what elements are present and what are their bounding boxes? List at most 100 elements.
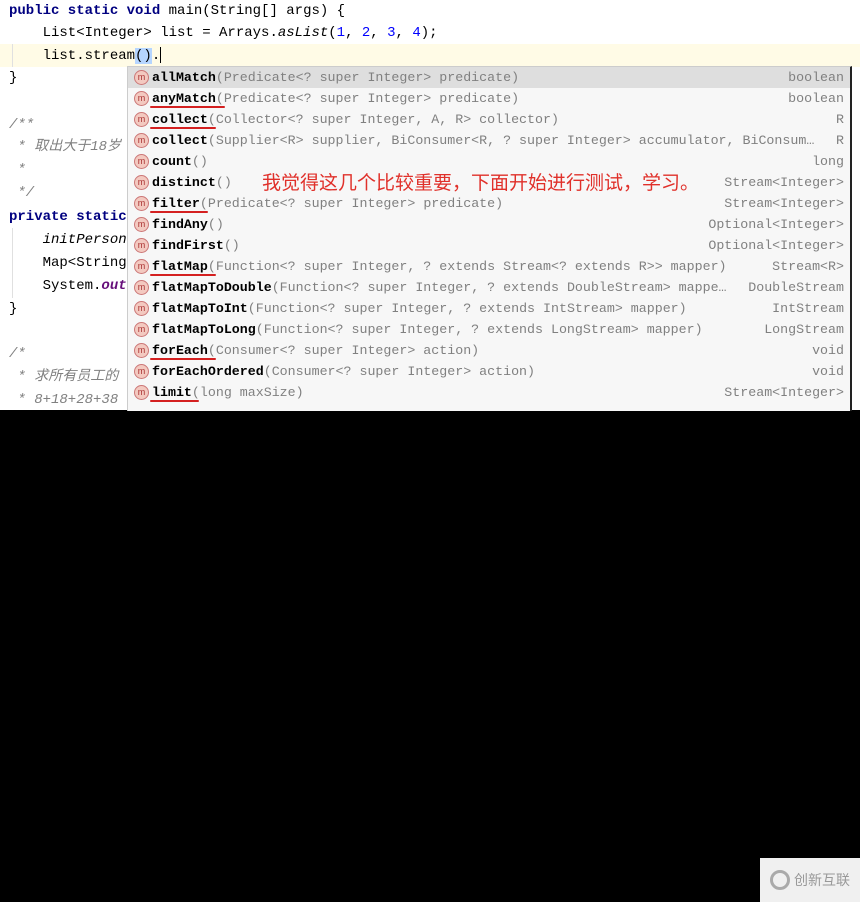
completion-item-findFirst[interactable]: m findFirst() Optional<Integer> bbox=[128, 235, 850, 256]
completion-item-flatMapToInt[interactable]: m flatMapToInt(Function<? super Integer, … bbox=[128, 298, 850, 319]
method-signature: () bbox=[223, 238, 240, 253]
keyword: public static void bbox=[9, 3, 169, 19]
method-name: allMatch(Predicate<? super Integer> pred… bbox=[152, 67, 519, 88]
completion-item-flatMapToLong[interactable]: m flatMapToLong(Function<? super Integer,… bbox=[128, 319, 850, 340]
code-text: ); bbox=[420, 25, 438, 41]
method-signature: (Function<? super Integer, ? extends Str… bbox=[207, 259, 727, 274]
method-signature: (Function<? super Integer, ? extends Lon… bbox=[255, 322, 703, 337]
method-icon: m bbox=[134, 91, 149, 106]
method-name: flatMap(Function<? super Integer, ? exte… bbox=[152, 256, 727, 277]
method-name-text: flatMapToInt bbox=[152, 301, 248, 316]
number: 1 bbox=[336, 25, 346, 41]
completion-item-anyMatch[interactable]: m anyMatch(Predicate<? super Integer> pre… bbox=[128, 88, 850, 109]
code-line: } bbox=[9, 70, 18, 86]
completion-item-forEachOrdered[interactable]: m forEachOrdered(Consumer<? super Integer… bbox=[128, 361, 850, 382]
method-name: flatMapToInt(Function<? super Integer, ?… bbox=[152, 298, 687, 319]
annotation-text: 我觉得这几个比较重要，下面开始进行测试，学习。 bbox=[262, 172, 700, 194]
red-underline-mark bbox=[150, 106, 225, 108]
return-type: void bbox=[812, 364, 844, 379]
method-signature: () bbox=[215, 175, 232, 190]
code-line[interactable]: list.stream(). bbox=[9, 45, 162, 67]
return-type: boolean bbox=[788, 91, 844, 106]
completion-item-allMatch[interactable]: m allMatch(Predicate<? super Integer> pre… bbox=[128, 67, 850, 88]
method-name: distinct() bbox=[152, 172, 232, 193]
method-signature: (Function<? super Integer, ? extends Dou… bbox=[271, 280, 727, 295]
method-signature: (Predicate<? super Integer> predicate) bbox=[199, 196, 504, 211]
return-type: Optional<Integer> bbox=[708, 238, 844, 253]
static-field: out bbox=[101, 278, 127, 294]
method-signature: (Consumer<? super Integer> action) bbox=[263, 364, 536, 379]
code-line: private static bbox=[9, 209, 127, 225]
method-name-text: collect bbox=[152, 112, 208, 127]
method-icon: m bbox=[134, 196, 149, 211]
autocomplete-popup[interactable]: m allMatch(Predicate<? super Integer> pre… bbox=[127, 66, 852, 411]
completion-item-flatMapToDouble[interactable]: m flatMapToDouble(Function<? super Intege… bbox=[128, 277, 850, 298]
method-icon: m bbox=[134, 238, 149, 253]
method-icon: m bbox=[134, 364, 149, 379]
method-name-text: forEachOrdered bbox=[152, 364, 264, 379]
completion-item-collect[interactable]: m collect(Supplier<R> supplier, BiConsume… bbox=[128, 130, 850, 151]
return-type: Optional<Integer> bbox=[708, 217, 844, 232]
comment-line: * 取出大于18岁 bbox=[9, 139, 122, 155]
method-name-text: findAny bbox=[152, 217, 208, 232]
method-name-text: flatMapToLong bbox=[152, 322, 256, 337]
code-text: ( bbox=[328, 25, 337, 41]
method-signature: (Supplier<R> supplier, BiConsumer<R, ? s… bbox=[207, 133, 815, 148]
return-type: LongStream bbox=[764, 322, 844, 337]
return-type: IntStream bbox=[772, 301, 844, 316]
code-editor[interactable]: public static void main(String[] args) {… bbox=[0, 0, 860, 411]
method-signature: (Consumer<? super Integer> action) bbox=[207, 343, 480, 358]
method-signature: (Predicate<? super Integer> predicate) bbox=[215, 70, 520, 85]
code-text: list.stream bbox=[9, 48, 136, 64]
code-text: List<Integer> list = Arrays. bbox=[9, 25, 278, 41]
return-type: Stream<R> bbox=[772, 259, 844, 274]
completion-item-collect[interactable]: m collect(Collector<? super Integer, A, R… bbox=[128, 109, 850, 130]
completion-item-limit[interactable]: m limit(long maxSize) Stream<Integer> bbox=[128, 382, 850, 403]
method-icon: m bbox=[134, 70, 149, 85]
method-name-text: filter bbox=[152, 196, 200, 211]
method-signature: () bbox=[191, 154, 208, 169]
completion-item-filter[interactable]: m filter(Predicate<? super Integer> predi… bbox=[128, 193, 850, 214]
completion-item-flatMap[interactable]: m flatMap(Function<? super Integer, ? ext… bbox=[128, 256, 850, 277]
completion-item-findAny[interactable]: m findAny() Optional<Integer> bbox=[128, 214, 850, 235]
method-icon: m bbox=[134, 385, 149, 400]
red-underline-mark bbox=[150, 400, 199, 402]
method-icon: m bbox=[134, 112, 149, 127]
completion-item-forEach[interactable]: m forEach(Consumer<? super Integer> actio… bbox=[128, 340, 850, 361]
comment-line: * 8+18+28+38 bbox=[9, 392, 119, 408]
code-text: System. bbox=[9, 278, 102, 294]
method-name: findFirst() bbox=[152, 235, 240, 256]
method-name-text: anyMatch bbox=[152, 91, 216, 106]
method-icon: m bbox=[134, 154, 149, 169]
method-signature: (long maxSize) bbox=[191, 385, 304, 400]
method-icon: m bbox=[134, 322, 149, 337]
method-signature: (Function<? super Integer, ? extends Int… bbox=[247, 301, 687, 316]
return-type: R bbox=[836, 112, 844, 127]
method-icon: m bbox=[134, 280, 149, 295]
number: 3 bbox=[387, 25, 396, 41]
code-line: public static void main(String[] args) { bbox=[9, 0, 345, 22]
comment-line: */ bbox=[9, 185, 35, 201]
method-name-text: limit bbox=[152, 385, 192, 400]
method-name-text: allMatch bbox=[152, 70, 216, 85]
return-type: Stream<Integer> bbox=[724, 196, 844, 211]
watermark-text: 创新互联 bbox=[794, 873, 850, 889]
method-signature: (Predicate<? super Integer> predicate) bbox=[215, 91, 520, 106]
code-text: , bbox=[370, 25, 388, 41]
code-text: main(String[] args) { bbox=[168, 3, 346, 19]
method-name: flatMapToDouble(Function<? super Integer… bbox=[152, 277, 727, 298]
return-type: R bbox=[836, 133, 844, 148]
red-underline-mark bbox=[150, 274, 217, 276]
red-underline-mark bbox=[150, 211, 208, 213]
method-name: collect(Supplier<R> supplier, BiConsumer… bbox=[152, 130, 814, 151]
method-name: findAny() bbox=[152, 214, 224, 235]
return-type: long bbox=[812, 154, 844, 169]
code-line: Map<String, bbox=[9, 255, 136, 271]
code-text: , bbox=[395, 25, 413, 41]
red-underline-mark bbox=[150, 358, 217, 360]
method-name-text: forEach bbox=[152, 343, 208, 358]
method-name-text: flatMapToDouble bbox=[152, 280, 272, 295]
method-name-text: collect bbox=[152, 133, 208, 148]
return-type: boolean bbox=[788, 70, 844, 85]
method-icon: m bbox=[134, 343, 149, 358]
